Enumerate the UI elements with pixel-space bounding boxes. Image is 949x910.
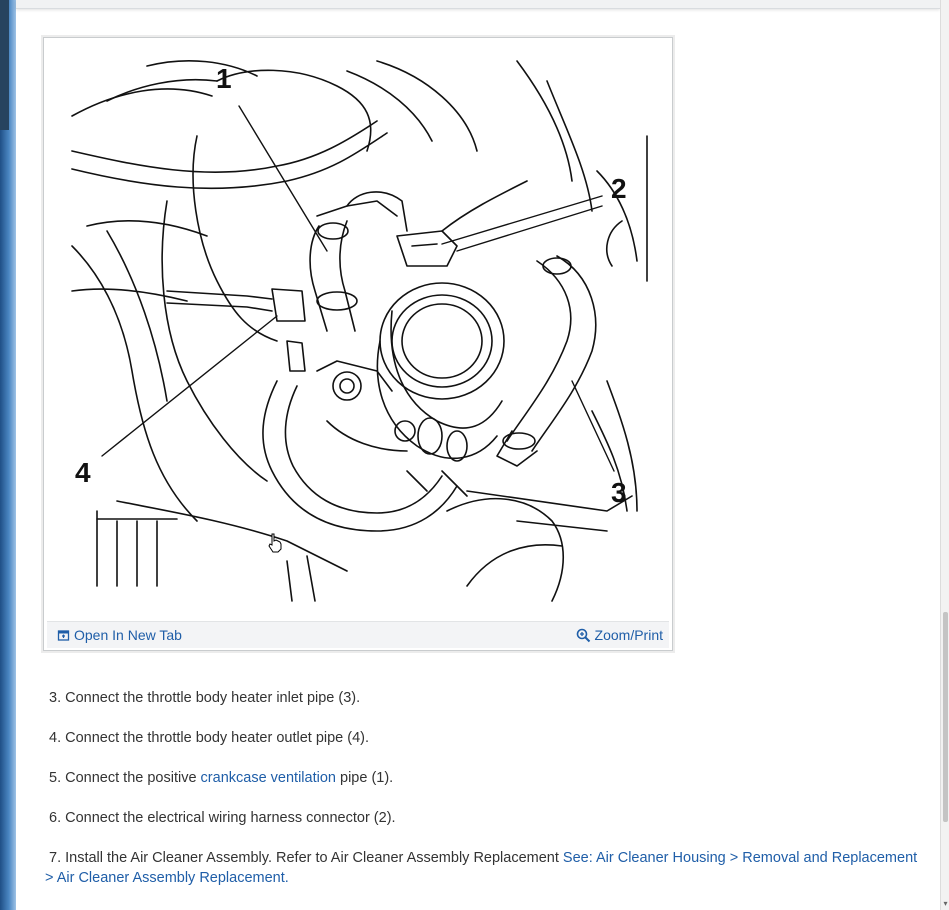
magnifier-plus-icon — [576, 628, 590, 642]
vertical-scrollbar[interactable]: ▾ — [940, 0, 949, 910]
zoom-print-label: Zoom/Print — [594, 627, 663, 643]
step-4: 4. Connect the throttle body heater outl… — [45, 728, 925, 748]
scroll-down-arrow-icon[interactable]: ▾ — [941, 898, 949, 910]
desktop-background-strip — [0, 0, 16, 910]
figure-container: 1 2 3 4 Open In New Tab Zoom/Print — [43, 37, 673, 651]
step-number: 5. — [49, 770, 62, 786]
step-text: Connect the electrical wiring harness co… — [65, 810, 396, 826]
callout-4-label: 4 — [75, 457, 91, 488]
crankcase-ventilation-link[interactable]: crankcase ventilation — [201, 770, 336, 786]
open-in-new-tab-label: Open In New Tab — [74, 627, 182, 643]
step-5: 5. Connect the positive crankcase ventil… — [45, 768, 925, 788]
step-number: 3. — [49, 690, 62, 706]
step-text-pre: Connect the positive — [65, 770, 197, 786]
callout-2-label: 2 — [611, 173, 627, 204]
top-bar — [16, 0, 940, 9]
scrollbar-thumb[interactable] — [943, 612, 948, 822]
step-6: 6. Connect the electrical wiring harness… — [45, 808, 925, 828]
step-number: 6. — [49, 810, 62, 826]
zoom-print-link[interactable]: Zoom/Print — [576, 627, 663, 643]
step-text-post: pipe (1). — [340, 770, 394, 786]
engine-line-drawing — [71, 60, 648, 602]
callout-1-label: 1 — [216, 63, 232, 94]
open-in-new-tab-icon — [57, 629, 70, 641]
open-in-new-tab-link[interactable]: Open In New Tab — [57, 627, 182, 643]
hand-cursor-icon — [268, 533, 282, 553]
step-number: 4. — [49, 730, 62, 746]
step-text: Connect the throttle body heater outlet … — [65, 730, 370, 746]
step-text: Connect the throttle body heater inlet p… — [65, 690, 361, 706]
throttle-body-diagram: 1 2 3 4 — [47, 41, 669, 621]
step-text-pre: Install the Air Cleaner Assembly. Refer … — [65, 850, 559, 866]
step-number: 7. — [49, 850, 62, 866]
step-3: 3. Connect the throttle body heater inle… — [45, 688, 925, 708]
desktop-shadow — [0, 0, 9, 130]
instruction-steps: 3. Connect the throttle body heater inle… — [45, 688, 925, 908]
callout-3-label: 3 — [611, 477, 627, 508]
figure-footer: Open In New Tab Zoom/Print — [47, 621, 669, 648]
step-7: 7. Install the Air Cleaner Assembly. Ref… — [45, 848, 925, 888]
